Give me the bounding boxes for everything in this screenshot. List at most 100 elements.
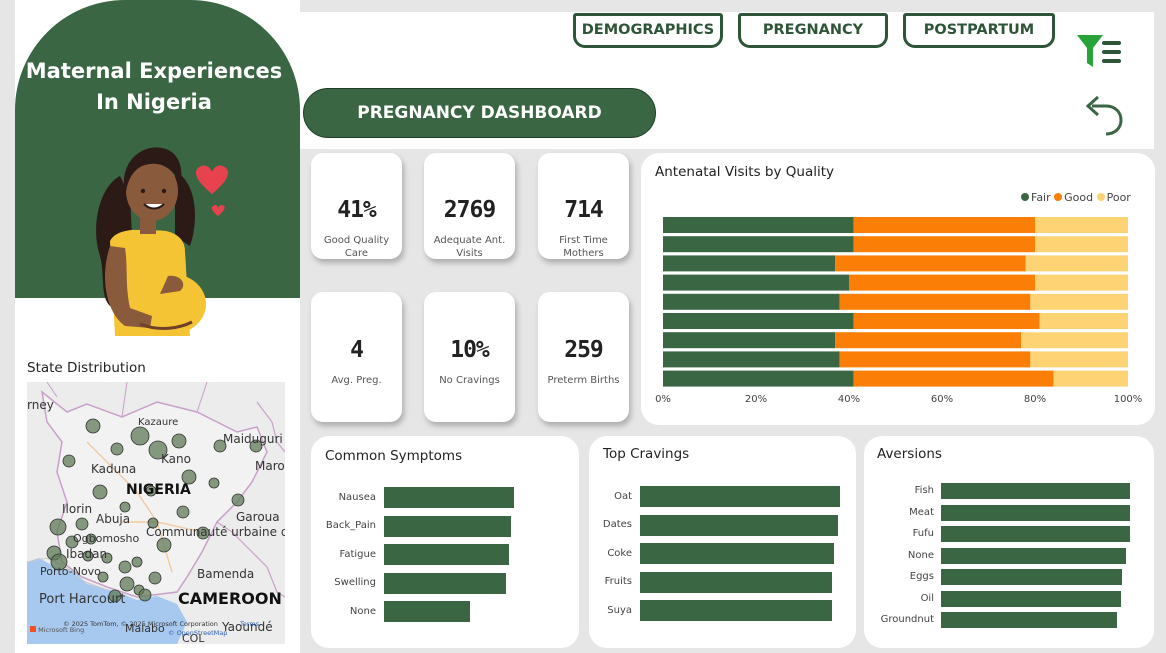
app-title: Maternal Experiences In Nigeria bbox=[15, 56, 293, 118]
map-label: Port Harcourt bbox=[39, 592, 126, 607]
category-label: Suya bbox=[607, 604, 632, 616]
map-label: NIGERIA bbox=[126, 482, 191, 498]
bar-fair-4[interactable] bbox=[663, 293, 840, 310]
bar-poor-6[interactable] bbox=[1021, 332, 1128, 349]
bar-oil[interactable] bbox=[941, 590, 1121, 607]
bar-poor-8[interactable] bbox=[1053, 370, 1128, 387]
map-label: Kaduna bbox=[91, 462, 137, 476]
bar-fair-0[interactable] bbox=[663, 217, 854, 233]
aversions-chart-card: Aversions Fish Meat Fufu None Eggs Oil Groundn… bbox=[864, 436, 1154, 648]
kpi-label: Preterm Births bbox=[547, 375, 620, 386]
bar-back_pain[interactable] bbox=[384, 515, 512, 537]
x-tick-label: 100% bbox=[1114, 394, 1143, 405]
bar-fair-6[interactable] bbox=[663, 332, 836, 349]
category-label: Meat bbox=[909, 506, 934, 518]
bar-poor-3[interactable] bbox=[1035, 274, 1128, 291]
kpi-card-preterm-births: 259 Preterm Births bbox=[538, 292, 629, 422]
bar-poor-2[interactable] bbox=[1025, 255, 1128, 272]
kpi-value: 4 bbox=[350, 337, 364, 363]
bar-good-0[interactable] bbox=[853, 217, 1035, 233]
category-label: None bbox=[907, 549, 934, 561]
bar-fish[interactable] bbox=[941, 483, 1130, 499]
bar-fruits[interactable] bbox=[640, 571, 832, 593]
bar-coke[interactable] bbox=[640, 543, 834, 565]
chart-title: Top Cravings bbox=[603, 446, 690, 462]
x-tick-label: 60% bbox=[931, 394, 953, 405]
bar-none[interactable] bbox=[941, 547, 1127, 564]
category-label: Fatigue bbox=[339, 548, 377, 560]
x-tick-label: 0% bbox=[655, 394, 671, 405]
nav-postpartum-button[interactable]: POSTPARTUM bbox=[903, 13, 1055, 48]
map-label: rney bbox=[27, 398, 54, 412]
chart-title: Common Symptoms bbox=[325, 448, 463, 464]
bar-eggs[interactable] bbox=[941, 569, 1123, 585]
category-label: Back_Pain bbox=[325, 520, 376, 532]
category-label: Nausea bbox=[338, 491, 376, 503]
category-label: Fish bbox=[914, 485, 934, 496]
bar-good-8[interactable] bbox=[853, 370, 1054, 387]
bar-fair-3[interactable] bbox=[663, 274, 849, 291]
bar-nausea[interactable] bbox=[384, 487, 514, 508]
kpi-value: 10% bbox=[450, 337, 490, 363]
map-label: Maiduguri bbox=[223, 432, 283, 446]
state-distribution-title: State Distribution bbox=[27, 360, 146, 376]
nav-demographics-button[interactable]: DEMOGRAPHICS bbox=[573, 13, 723, 48]
map-label: Bamenda bbox=[197, 567, 255, 581]
kpi-card-adequate-visits: 2769 Adequate Ant. Visits bbox=[424, 153, 515, 259]
bar-groundnut[interactable] bbox=[941, 612, 1117, 628]
bar-good-3[interactable] bbox=[849, 274, 1035, 291]
nav-pregnancy-button[interactable]: PREGNANCY bbox=[738, 13, 888, 48]
category-label: Oat bbox=[614, 490, 632, 502]
symptoms-chart-card: Common Symptoms Nausea Back_Pain Fatigue Sw… bbox=[311, 436, 579, 648]
bar-fair-5[interactable] bbox=[663, 313, 854, 329]
map-label: Kazaure bbox=[138, 417, 179, 428]
bar-fair-7[interactable] bbox=[663, 351, 840, 368]
bar-fair-2[interactable] bbox=[663, 255, 836, 272]
bar-suya[interactable] bbox=[640, 600, 832, 622]
bar-poor-7[interactable] bbox=[1030, 351, 1128, 368]
bar-good-4[interactable] bbox=[839, 293, 1031, 310]
map-label: Garoua bbox=[236, 510, 280, 524]
antenatal-stacked-bars: 0% 20% 40% 60% 80% 100% bbox=[655, 217, 1143, 405]
bar-meat[interactable] bbox=[941, 504, 1130, 521]
kpi-card-first-time-mothers: 714 First Time Mothers bbox=[538, 153, 629, 259]
kpi-label: No Cravings bbox=[439, 375, 500, 386]
filter-list-icon[interactable] bbox=[1075, 33, 1123, 71]
kpi-card-good-quality-care: 41% Good Quality Care bbox=[311, 153, 402, 259]
bar-poor-1[interactable] bbox=[1035, 236, 1128, 253]
bar-good-7[interactable] bbox=[839, 351, 1031, 368]
x-tick-label: 40% bbox=[838, 394, 860, 405]
map-label: Ibadan bbox=[66, 547, 108, 561]
bar-poor-0[interactable] bbox=[1035, 217, 1128, 233]
x-tick-label: 80% bbox=[1024, 394, 1046, 405]
bar-good-1[interactable] bbox=[853, 236, 1035, 253]
bar-fair-1[interactable] bbox=[663, 236, 854, 253]
bar-poor-4[interactable] bbox=[1030, 293, 1128, 310]
undo-arrow-icon[interactable] bbox=[1084, 94, 1126, 136]
bar-good-5[interactable] bbox=[853, 313, 1040, 329]
map-label: Ogbomosho bbox=[73, 532, 140, 545]
map-label: Communauté urbaine d bbox=[146, 525, 285, 539]
kpi-value: 714 bbox=[564, 197, 604, 223]
map-label: CAMEROON bbox=[178, 589, 282, 608]
bar-fufu[interactable] bbox=[941, 526, 1130, 542]
bar-poor-5[interactable] bbox=[1039, 313, 1128, 329]
page-title: PREGNANCY DASHBOARD bbox=[303, 88, 656, 138]
map-attribution-osm[interactable]: © OpenStreetMap bbox=[168, 629, 227, 637]
map-label: Maro bbox=[255, 459, 285, 473]
bar-dates[interactable] bbox=[640, 514, 838, 536]
bar-swelling[interactable] bbox=[384, 572, 507, 594]
cravings-chart-card: Top Cravings Oat Dates Coke Fruits Suya bbox=[589, 436, 856, 648]
bar-none[interactable] bbox=[384, 601, 470, 623]
nigeria-map[interactable]: rney Kazaure Maiduguri Kano Kaduna Maro … bbox=[27, 382, 285, 644]
map-terms-link[interactable]: Terms bbox=[240, 620, 259, 628]
category-label: Fufu bbox=[912, 528, 934, 539]
kpi-card-avg-pregnancies: 4 Avg. Preg. bbox=[311, 292, 402, 422]
bar-fair-8[interactable] bbox=[663, 370, 854, 387]
kpi-label: Good Quality Care bbox=[323, 235, 390, 259]
bar-oat[interactable] bbox=[640, 486, 840, 507]
pregnant-woman-illustration bbox=[96, 147, 229, 336]
bar-good-6[interactable] bbox=[835, 332, 1022, 349]
bar-fatigue[interactable] bbox=[384, 544, 509, 566]
bar-good-2[interactable] bbox=[835, 255, 1026, 272]
